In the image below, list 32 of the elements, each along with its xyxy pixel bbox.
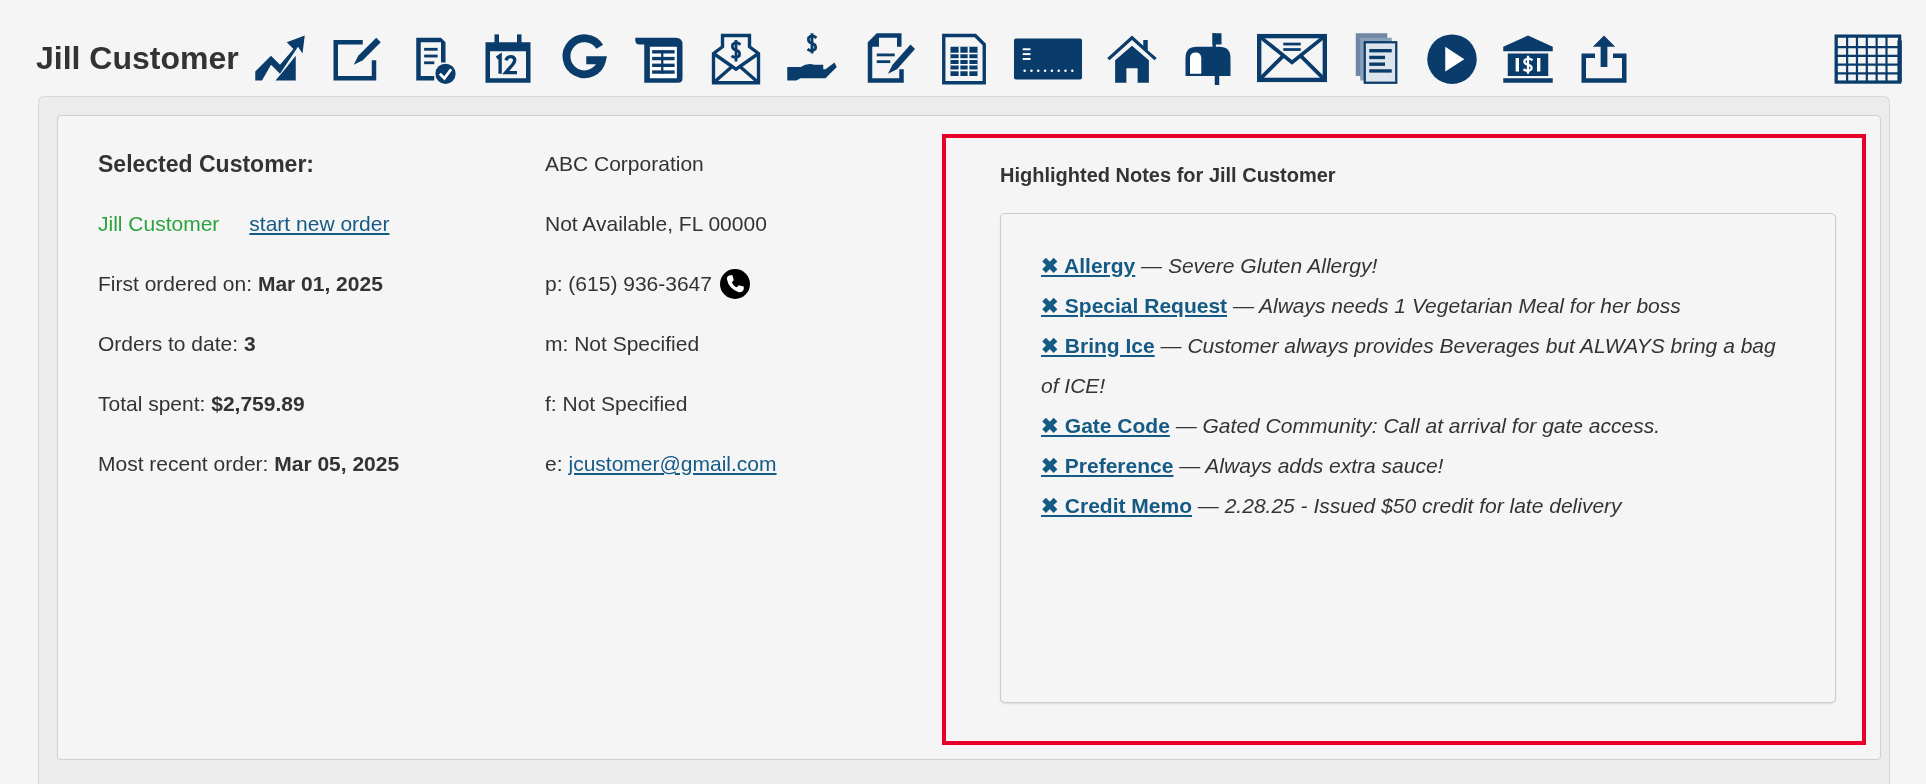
- note-tag-link[interactable]: ✖ Bring Ice: [1041, 334, 1155, 357]
- notes-heading: Highlighted Notes for Jill Customer: [1000, 164, 1337, 187]
- note-text: ✖ Bring Ice — Customer always provides Beverages but ALWAYS bring a bag of ICE!: [1041, 333, 1777, 399]
- stat-text: Most recent order: Mar 05, 2025: [98, 452, 400, 476]
- note-text: ✖ Credit Memo — 2.28.25 - Issued $50 credit for late delivery: [1041, 493, 1624, 519]
- email-link[interactable]: jcustomer@gmail.com: [568, 452, 777, 476]
- stat-text: Orders to date: 3: [98, 332, 256, 356]
- note-text: ✖ Gate Code — Gated Community: Call at arrival for gate access.: [1041, 413, 1662, 439]
- stat-text: First ordered on: Mar 01, 2025: [98, 272, 383, 296]
- note-text: ✖ Allergy — Severe Gluten Allergy!: [1041, 253, 1379, 279]
- note-tag-link[interactable]: ✖ Gate Code: [1041, 414, 1170, 437]
- note-tag-link[interactable]: ✖ Allergy: [1041, 254, 1136, 277]
- note-tag-link[interactable]: ✖ Preference: [1041, 454, 1174, 477]
- play-icon[interactable]: [1424, 31, 1479, 85]
- note-tag-link[interactable]: ✖ Special Request: [1041, 294, 1228, 317]
- email-label: e:: [545, 452, 563, 476]
- note-tag-link[interactable]: ✖ Credit Memo: [1041, 494, 1192, 517]
- stat-text: Total spent: $2,759.89: [98, 392, 305, 416]
- note-text: ✖ Preference — Always adds extra sauce!: [1041, 453, 1445, 479]
- section-heading: Selected Customer:: [98, 150, 314, 178]
- contact-text: Not Available, FL 00000: [545, 212, 767, 236]
- grid-icon[interactable]: [1834, 31, 1904, 85]
- note-text: ✖ Special Request — Always needs 1 Vegetarian Meal for her boss: [1041, 293, 1682, 319]
- phone-number: p: (615) 936-3647: [545, 272, 712, 296]
- new-order-link[interactable]: start new order: [249, 212, 390, 236]
- phone-icon[interactable]: [719, 269, 750, 299]
- contact-text: m: Not Specified: [545, 332, 700, 356]
- contact-text: ABC Corporation: [545, 152, 704, 176]
- customer-title: Jill Customer: [36, 39, 239, 77]
- envelope-icon[interactable]: [1256, 31, 1327, 85]
- customer-name: Jill Customer: [98, 212, 220, 236]
- contact-text: f: Not Specified: [545, 392, 688, 416]
